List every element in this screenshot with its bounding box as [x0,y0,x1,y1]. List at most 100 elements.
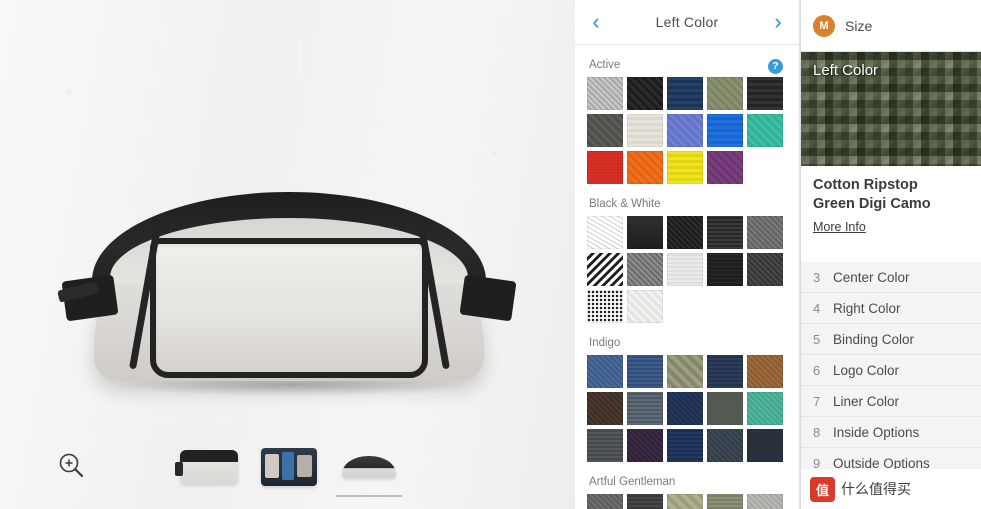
fabric-name-line1: Cotton Ripstop [813,177,918,193]
rail-item-size[interactable]: M Size [801,0,981,52]
swatch-active-periwinkle[interactable] [667,114,703,147]
watermark: 值 什么值得买 [801,469,981,509]
swatch-active-dark-grey[interactable] [587,114,623,147]
swatch-indigo-steel[interactable] [707,429,743,462]
bag-strap-right [459,274,517,322]
size-badge: M [813,14,835,37]
swatch-bw-solid-black[interactable] [627,216,663,249]
swatch-bw-light-grey[interactable] [667,253,703,286]
swatch-indigo-ink[interactable] [747,429,783,462]
product-image-duffel-bag [57,178,518,398]
swatch-ag-grey-tweed[interactable] [587,494,623,509]
thumb-exterior[interactable] [175,441,242,493]
swatch-ag-charcoal-tweed[interactable] [627,494,663,509]
swatch-grid [587,216,799,323]
swatch-bw-scribble[interactable] [587,216,623,249]
swatch-active-red[interactable] [587,151,623,184]
rail-item-size-label: Size [845,17,873,34]
swatch-indigo-slate[interactable] [627,392,663,425]
swatch-indigo-denim-mid[interactable] [627,355,663,388]
swatch-group-header: Indigo [587,333,799,355]
rail-item-number: 4 [813,300,821,316]
preview-streak [300,40,302,78]
chevron-left-icon[interactable]: ‹ [585,11,607,33]
swatch-grid [587,77,799,184]
rail-item-number: 5 [813,331,821,347]
preview-streak [140,420,230,422]
swatch-active-teal[interactable] [747,114,783,147]
more-info-link[interactable]: More Info [813,220,866,234]
active-selection-card[interactable]: Left Color ❯ Cotton Ripstop Green Digi C… [801,52,981,262]
rail-item-liner-color[interactable]: 7 Liner Color [801,386,981,417]
swatch-active-cream[interactable] [627,114,663,147]
swatch-bw-speckle[interactable] [587,290,623,323]
rail-item-inside-options[interactable]: 8 Inside Options [801,417,981,448]
rail-item-center-color[interactable]: 3 Center Color [801,262,981,293]
rail-item-number: 8 [813,424,821,440]
rail-item-label: Logo Color [833,362,900,378]
swatch-bw-grey-twill[interactable] [747,216,783,249]
swatch-indigo-blue-dark[interactable] [667,429,703,462]
magnifier-plus-icon[interactable] [56,450,86,480]
watermark-text: 什么值得买 [841,481,911,497]
watermark-logo: 值 [810,476,835,502]
swatch-indigo-brown[interactable] [747,355,783,388]
swatch-indigo-seafoam[interactable] [747,392,783,425]
swatch-grid [587,494,799,509]
rail-item-number: 3 [813,269,821,285]
swatch-active-charcoal[interactable] [747,77,783,110]
swatch-bw-dark-slub[interactable] [707,216,743,249]
swatch-active-yellow[interactable] [667,151,703,184]
swatch-indigo-olive-grey[interactable] [707,392,743,425]
swatch-bw-black-texture[interactable] [667,216,703,249]
swatch-group-title: Indigo [589,337,621,349]
active-fabric-info: Cotton Ripstop Green Digi Camo More Info [801,166,981,262]
thumb-top-view[interactable] [336,441,402,497]
rail-item-binding-color[interactable]: 5 Binding Color [801,324,981,355]
rail-item-right-color[interactable]: 4 Right Color [801,293,981,324]
thumbnail-strip [175,438,406,497]
swatch-bw-chevron[interactable] [587,253,623,286]
swatch-ag-olive-solid[interactable] [707,494,743,509]
swatch-indigo-dark-brown[interactable] [587,392,623,425]
swatch-indigo-graphite[interactable] [587,429,623,462]
swatch-active-purple[interactable] [707,151,743,184]
swatch-bw-white-texture[interactable] [627,290,663,323]
color-picker-body[interactable]: Active? Black & White Indigo Artful Gentlem… [575,45,799,509]
swatch-active-heather-grey[interactable] [587,77,623,110]
swatch-active-royal-blue[interactable] [707,114,743,147]
swatch-active-olive[interactable] [707,77,743,110]
swatch-bw-dark-charcoal[interactable] [747,253,783,286]
configurator-screen: ‹ Left Color › Active? Black & White Indig… [0,0,981,509]
thumb-interior[interactable] [256,441,322,493]
swatch-bw-empty-2 [707,290,743,323]
fabric-name-line2: Green Digi Camo [813,196,931,212]
swatch-active-navy[interactable] [667,77,703,110]
product-preview-pane [0,0,575,509]
swatch-ag-light-grey[interactable] [747,494,783,509]
help-icon[interactable]: ? [768,58,783,74]
bag-front-panel [150,238,428,378]
swatch-bw-grey-mix[interactable] [627,253,663,286]
swatch-indigo-denim-light[interactable] [587,355,623,388]
swatch-bw-empty-3 [747,290,783,323]
swatch-bw-black-grid[interactable] [707,253,743,286]
swatch-active-empty [747,151,783,184]
swatch-group-title: Artful Gentleman [589,476,676,488]
color-picker-header: ‹ Left Color › [575,0,799,45]
swatch-active-black-ripstop[interactable] [627,77,663,110]
rail-item-label: Liner Color [833,393,900,409]
swatch-indigo-plum[interactable] [627,429,663,462]
swatch-indigo-camo[interactable] [667,355,703,388]
rail-item-label: Center Color [833,269,910,285]
color-picker-title: Left Color [655,14,719,30]
swatch-indigo-dark-denim[interactable] [707,355,743,388]
chevron-right-icon[interactable]: › [767,11,789,33]
swatch-indigo-navy-solid[interactable] [667,392,703,425]
rail-item-label: Inside Options [833,424,920,440]
swatch-group-title: Black & White [589,198,661,210]
rail-item-number: 6 [813,362,821,378]
rail-item-logo-color[interactable]: 6 Logo Color [801,355,981,386]
swatch-active-orange[interactable] [627,151,663,184]
swatch-ag-tan-camo[interactable] [667,494,703,509]
